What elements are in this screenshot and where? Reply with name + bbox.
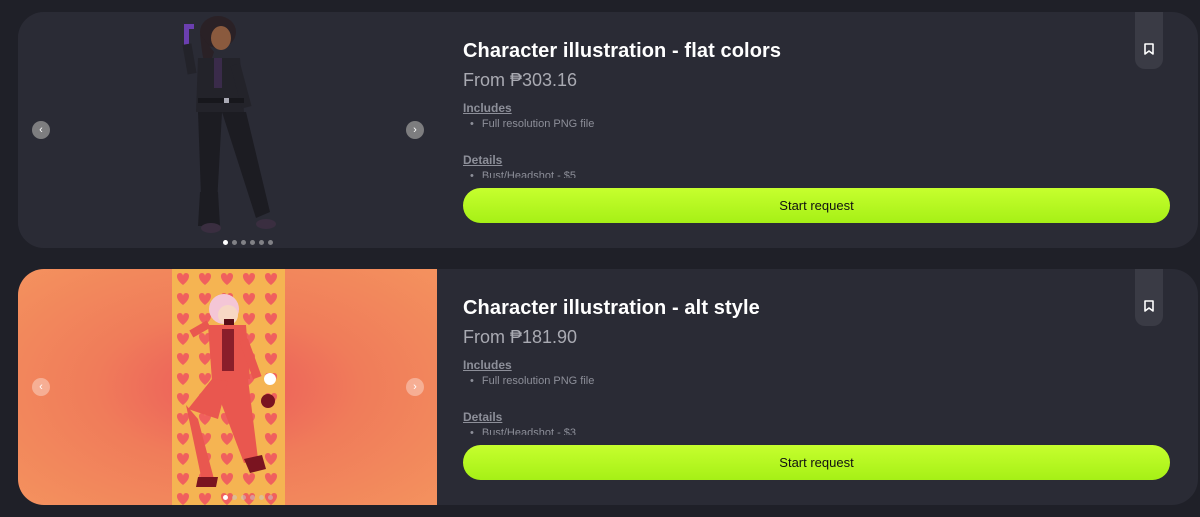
start-request-button[interactable]: Start request	[463, 445, 1170, 480]
carousel-dot[interactable]	[240, 495, 246, 500]
listing-title[interactable]: Character illustration - alt style	[463, 297, 760, 320]
carousel-prev-button[interactable]: ‹	[32, 378, 50, 396]
carousel-prev-button[interactable]: ‹	[32, 121, 50, 139]
bookmark-button[interactable]	[1135, 269, 1163, 326]
listing-content: Character illustration - flat colors Fro…	[463, 12, 1198, 248]
start-request-button[interactable]: Start request	[463, 188, 1170, 223]
includes-item: Full resolution PNG file	[470, 375, 595, 387]
details-heading: Details	[463, 153, 503, 167]
content-fade	[463, 433, 1163, 445]
character-illustration	[182, 16, 276, 233]
carousel-dot[interactable]	[249, 240, 255, 245]
includes-heading: Includes	[463, 358, 512, 372]
content-fade	[463, 176, 1163, 188]
chevron-left-icon: ‹	[39, 380, 43, 393]
carousel-next-button[interactable]: ›	[406, 378, 424, 396]
carousel-dot[interactable]	[240, 240, 246, 245]
listing-title[interactable]: Character illustration - flat colors	[463, 40, 781, 63]
carousel-dot[interactable]	[222, 240, 228, 245]
carousel-dots	[38, 240, 437, 245]
hearts-pattern-background	[172, 269, 285, 505]
details-heading: Details	[463, 410, 503, 424]
carousel-dot[interactable]	[267, 495, 273, 500]
chevron-left-icon: ‹	[39, 123, 43, 136]
includes-item: Full resolution PNG file	[470, 118, 595, 130]
listing-card: ‹ › Character illustration - flat colors…	[18, 12, 1198, 248]
bookmark-button[interactable]	[1135, 12, 1163, 69]
carousel-dot[interactable]	[258, 240, 264, 245]
carousel-dot[interactable]	[249, 495, 255, 500]
chevron-right-icon: ›	[413, 123, 417, 136]
includes-heading: Includes	[463, 101, 512, 115]
carousel-dots	[38, 495, 437, 500]
listing-price: From ₱303.16	[463, 70, 578, 90]
carousel-dot[interactable]	[222, 495, 228, 500]
bookmark-icon	[1144, 300, 1154, 312]
carousel-dot[interactable]	[267, 240, 273, 245]
image-carousel[interactable]: ‹ ›	[18, 12, 437, 248]
listing-content: Character illustration - alt style From …	[463, 269, 1198, 505]
chevron-right-icon: ›	[413, 380, 417, 393]
carousel-dot[interactable]	[231, 240, 237, 245]
listing-price: From ₱181.90	[463, 327, 578, 347]
bookmark-icon	[1144, 43, 1154, 55]
carousel-dot[interactable]	[258, 495, 264, 500]
image-carousel[interactable]: ‹ ›	[18, 269, 437, 505]
carousel-next-button[interactable]: ›	[406, 121, 424, 139]
carousel-dot[interactable]	[231, 495, 237, 500]
listing-card: ‹ › Character illustration - alt style F…	[18, 269, 1198, 505]
